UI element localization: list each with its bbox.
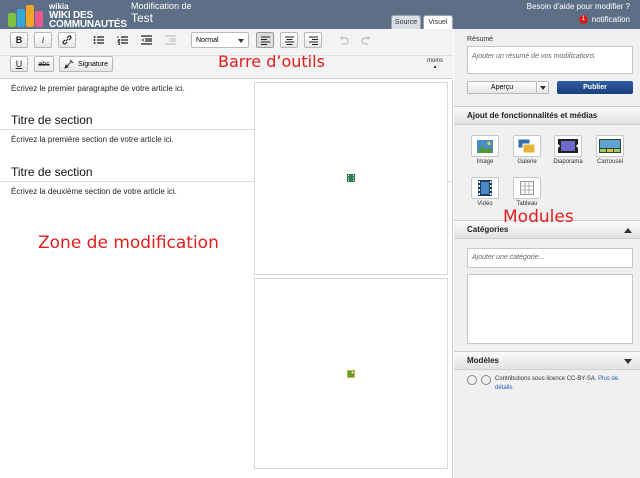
edit-label: Modification de: [131, 1, 192, 11]
feature-slideshow[interactable]: Diaporama: [552, 135, 584, 169]
align-left-button[interactable]: [256, 32, 274, 48]
outdent-button[interactable]: [137, 32, 155, 48]
feature-slider[interactable]: Carrousel: [594, 135, 626, 169]
editor-header: wikia WIKI DES COMMUNAUTÉS Modification …: [0, 0, 640, 30]
publish-button[interactable]: Publier: [557, 81, 633, 94]
summary-label: Résumé: [467, 36, 494, 43]
format-select-value: Normal: [196, 37, 219, 44]
video-placeholder-icon: [347, 174, 355, 182]
signature-label: Signature: [78, 60, 108, 68]
indent-icon: [164, 35, 176, 45]
by-icon: [481, 375, 491, 385]
templates-section-header[interactable]: Modèles: [454, 351, 640, 370]
image-icon: [477, 139, 493, 153]
category-input[interactable]: Ajouter une catégorie...: [467, 248, 633, 268]
feature-gallery-label: Galerie: [517, 159, 537, 165]
logo-mark-icon: [8, 5, 46, 27]
underline-button[interactable]: U: [10, 56, 28, 72]
undo-icon: [339, 35, 349, 45]
notification-link[interactable]: 1 notification: [578, 15, 630, 24]
collapse-icon: ▴: [433, 64, 437, 70]
table-icon: [520, 181, 534, 195]
license-notice: Contributions sous licence CC-BY-SA. Plu…: [467, 375, 637, 393]
logo-text: wikia WIKI DES COMMUNAUTÉS: [49, 2, 127, 30]
italic-button[interactable]: i: [34, 32, 52, 48]
preview-button[interactable]: Aperçu: [467, 81, 537, 94]
signature-icon: [64, 59, 74, 69]
notification-label: notification: [591, 15, 630, 24]
license-text-wrap: Contributions sous licence CC-BY-SA. Plu…: [495, 375, 637, 393]
annotation-modules: Modules: [503, 207, 574, 227]
edit-zone[interactable]: Écrivez le premier paragraphe de votre a…: [0, 80, 453, 478]
image-placeholder-icon: [347, 370, 355, 378]
feature-image[interactable]: Image: [469, 135, 501, 169]
features-section-header[interactable]: Ajout de fonctionnalités et médias: [454, 106, 640, 125]
bold-button[interactable]: B: [10, 32, 28, 48]
feature-image-label: Image: [476, 159, 494, 165]
feature-table[interactable]: Tableau: [511, 177, 543, 211]
media-placeholder-bottom[interactable]: [254, 278, 448, 469]
toolbar-collapse-toggle[interactable]: moins ▴: [427, 58, 443, 70]
strikethrough-button[interactable]: abc: [34, 56, 54, 72]
cc-icon: [467, 375, 477, 385]
slider-icon: [599, 139, 621, 153]
section-2-heading[interactable]: Titre de section: [11, 165, 93, 179]
video-icon: [478, 180, 492, 196]
editor-app: wikia WIKI DES COMMUNAUTÉS Modification …: [0, 0, 640, 478]
help-link[interactable]: Besoin d'aide pour modifier ?: [527, 2, 630, 11]
link-icon: [62, 35, 72, 45]
outdent-icon: [140, 35, 152, 45]
numbered-list-icon: [117, 36, 128, 45]
chevron-down-icon: [624, 359, 632, 364]
media-placeholder-top[interactable]: [254, 82, 448, 275]
bullet-list-button[interactable]: [89, 32, 107, 48]
section-1-rule: [0, 129, 254, 130]
right-rail: Résumé Ajouter un résumé de vos modifica…: [454, 29, 640, 478]
format-select[interactable]: Normal: [191, 32, 249, 48]
feature-slideshow-label: Diaporama: [553, 159, 583, 165]
indent-button[interactable]: [161, 32, 179, 48]
align-right-icon: [308, 36, 318, 45]
notification-count-badge: 1: [578, 15, 588, 24]
align-left-icon: [260, 36, 270, 45]
align-right-button[interactable]: [304, 32, 322, 48]
signature-button[interactable]: Signature: [59, 56, 113, 72]
logo-line-2: COMMUNAUTÉS: [49, 19, 127, 30]
section-1-heading[interactable]: Titre de section: [11, 113, 93, 127]
first-paragraph[interactable]: Écrivez le premier paragraphe de votre a…: [11, 84, 185, 93]
feature-gallery[interactable]: Galerie: [511, 135, 543, 169]
section-2-text[interactable]: Écrivez la deuxième section de votre art…: [11, 187, 177, 196]
feature-video[interactable]: Vidéo: [469, 177, 501, 211]
align-center-button[interactable]: [280, 32, 298, 48]
tab-visuel[interactable]: Visuel: [423, 15, 453, 29]
gallery-icon: [518, 138, 536, 153]
tab-source[interactable]: Source: [391, 15, 421, 29]
undo-button[interactable]: [335, 32, 353, 48]
align-center-icon: [284, 36, 294, 45]
chevron-down-icon: [238, 39, 244, 43]
preview-dropdown-button[interactable]: [537, 81, 549, 94]
slideshow-icon: [558, 139, 578, 153]
section-1-text[interactable]: Écrivez la première section de votre art…: [11, 135, 174, 144]
license-text: Contributions sous licence CC-BY-SA.: [495, 376, 597, 382]
summary-input[interactable]: Ajouter un résumé de vos modifications: [467, 46, 633, 74]
feature-video-label: Vidéo: [477, 201, 493, 207]
bullet-list-icon: [93, 36, 104, 44]
numbered-list-button[interactable]: [113, 32, 131, 48]
redo-button[interactable]: [357, 32, 375, 48]
feature-slider-label: Carrousel: [596, 159, 623, 165]
category-list: [467, 274, 633, 344]
redo-icon: [361, 35, 371, 45]
annotation-edit-zone: Zone de modification: [38, 233, 219, 253]
templates-section-title: Modèles: [467, 356, 500, 365]
page-title[interactable]: Test: [131, 11, 153, 25]
wikia-logo[interactable]: wikia WIKI DES COMMUNAUTÉS: [8, 2, 127, 30]
chevron-up-icon: [624, 228, 632, 233]
annotation-toolbar: Barre d’outils: [218, 52, 325, 71]
link-button[interactable]: [58, 32, 76, 48]
features-section-title: Ajout de fonctionnalités et médias: [467, 111, 598, 120]
